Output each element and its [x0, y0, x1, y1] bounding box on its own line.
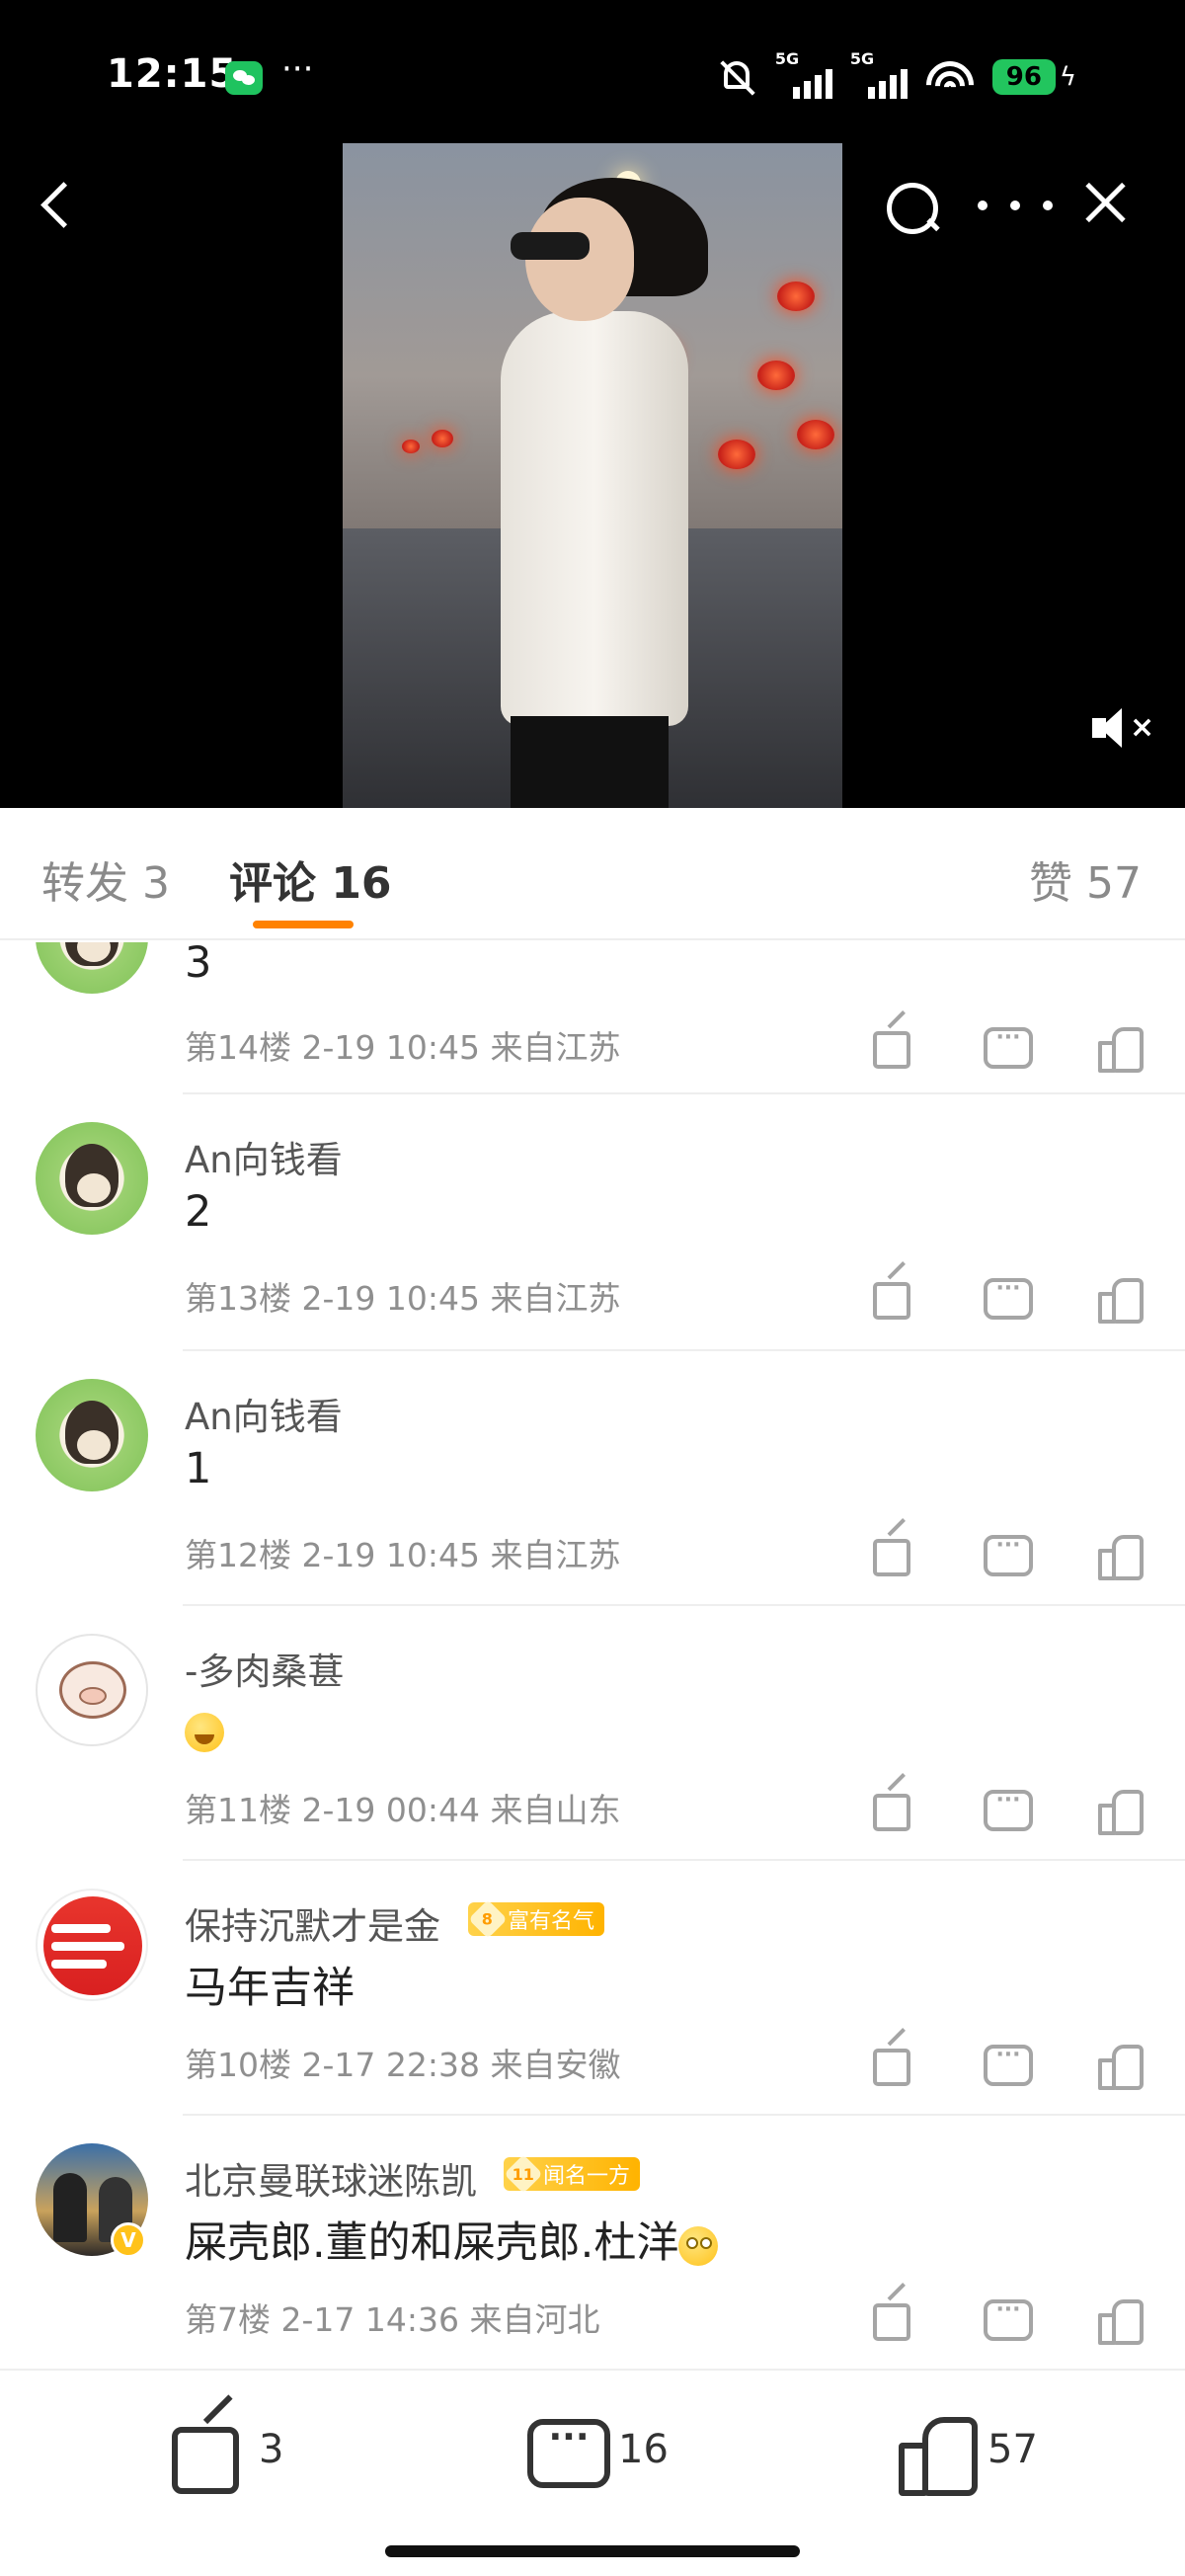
comment-username[interactable]: An向钱看 — [185, 1130, 343, 1183]
comment-button[interactable]: 16 — [525, 2410, 669, 2489]
tab-comments[interactable]: 评论 16 — [229, 847, 392, 911]
avatar[interactable] — [36, 1889, 148, 2001]
network-type-label: 5G — [849, 49, 875, 68]
active-tab-indicator — [253, 921, 354, 928]
like-icon[interactable] — [1094, 2294, 1144, 2345]
battery-icon: 96 ϟ — [991, 59, 1076, 95]
signal-icon: 5G — [775, 49, 832, 99]
comment-meta: 第13楼 2-19 10:45 来自江苏 — [185, 1279, 621, 1318]
avatar[interactable] — [36, 1634, 148, 1746]
comment-meta: 第12楼 2-19 10:45 来自江苏 — [185, 1536, 621, 1574]
battery-level: 96 — [991, 59, 1056, 95]
divider — [183, 2114, 1185, 2116]
avatar[interactable] — [36, 942, 148, 994]
reply-icon[interactable] — [982, 1529, 1033, 1576]
network-type-label: 5G — [774, 49, 800, 68]
comment-meta: 第10楼 2-17 22:38 来自安徽 — [185, 2046, 621, 2084]
comment-text — [185, 1705, 224, 1754]
close-icon[interactable] — [1078, 175, 1134, 230]
share-icon[interactable] — [867, 2039, 914, 2086]
reply-icon[interactable] — [982, 2294, 1033, 2341]
comment-text: 2 — [185, 1187, 212, 1237]
tab-bar: 转发 3 评论 16 赞 57 — [0, 808, 1185, 940]
comment-count: 16 — [618, 2427, 669, 2472]
share-icon — [166, 2411, 243, 2494]
share-icon[interactable] — [867, 2294, 914, 2341]
user-rank-badge: 8 富有名气 — [468, 1899, 605, 1939]
share-icon[interactable] — [867, 1784, 914, 1831]
comment-meta: 第7楼 2-17 14:36 来自河北 — [185, 2300, 600, 2339]
tab-likes[interactable]: 赞 57 — [1029, 847, 1142, 911]
divider — [183, 1349, 1185, 1351]
tab-reposts[interactable]: 转发 3 — [41, 847, 170, 911]
like-icon[interactable] — [1094, 1529, 1144, 1580]
mute-icon — [718, 57, 757, 97]
muted-volume-icon[interactable]: × — [1086, 706, 1155, 756]
comment-meta: 第14楼 2-19 10:45 来自江苏 — [185, 1028, 621, 1067]
like-icon[interactable] — [1094, 1784, 1144, 1835]
like-icon — [895, 2411, 978, 2496]
comment-text: 屎壳郎.董的和屎壳郎.杜洋 — [185, 2209, 719, 2270]
comment-username[interactable]: 保持沉默才是金 — [185, 1896, 440, 1950]
status-indicators: 5G 5G 96 ϟ — [718, 49, 1076, 99]
reply-icon[interactable] — [982, 2039, 1033, 2086]
badge-label: 富有名气 — [508, 1909, 595, 1934]
video-thumbnail[interactable] — [343, 143, 842, 808]
avatar[interactable] — [36, 1379, 148, 1491]
comment-text: 3 — [185, 942, 212, 988]
video-player[interactable]: × — [0, 143, 1185, 808]
avatar[interactable] — [36, 1122, 148, 1235]
comment-icon — [525, 2411, 610, 2488]
share-icon[interactable] — [867, 1272, 914, 1320]
user-rank-badge: 11 闻名一方 — [504, 2154, 641, 2194]
like-button[interactable]: 57 — [895, 2410, 1038, 2496]
charging-icon: ϟ — [1059, 62, 1076, 92]
more-notifications-icon: ··· — [281, 49, 314, 89]
repost-count: 3 — [259, 2427, 284, 2472]
badge-level: 11 — [512, 2164, 535, 2184]
like-icon[interactable] — [1094, 1021, 1144, 1073]
verified-badge-icon: V — [111, 2222, 146, 2258]
rolling-eyes-emoji-icon — [678, 2225, 719, 2266]
share-icon[interactable] — [867, 1529, 914, 1576]
wifi-icon — [924, 57, 975, 97]
more-options-icon[interactable] — [978, 181, 1053, 230]
status-time: 12:15 — [107, 51, 238, 97]
like-count: 57 — [988, 2427, 1038, 2472]
back-icon[interactable] — [30, 175, 85, 234]
badge-level: 8 — [482, 1909, 494, 1929]
divider — [183, 1859, 1185, 1861]
crying-emoji-icon — [185, 1712, 224, 1752]
reply-icon[interactable] — [982, 1021, 1033, 1069]
comment-list[interactable]: 3 第14楼 2-19 10:45 来自江苏 An向钱看 2 第13楼 2-19… — [0, 942, 1185, 2365]
like-icon[interactable] — [1094, 2039, 1144, 2090]
wechat-icon — [225, 61, 263, 95]
comment-username[interactable]: An向钱看 — [185, 1387, 343, 1440]
home-indicator[interactable] — [385, 2545, 800, 2557]
comment-text: 马年吉祥 — [185, 1964, 355, 2013]
comment-text: 1 — [185, 1444, 212, 1493]
comment-username[interactable]: 北京曼联球迷陈凯 — [185, 2151, 477, 2205]
reply-icon[interactable] — [982, 1784, 1033, 1831]
badge-label: 闻名一方 — [543, 2164, 631, 2189]
status-bar: 12:15 ··· 5G 5G 96 ϟ — [0, 0, 1185, 143]
signal-icon: 5G — [850, 49, 908, 99]
comment-username[interactable]: -多肉桑葚 — [185, 1642, 344, 1695]
repost-button[interactable]: 3 — [166, 2410, 284, 2494]
divider — [183, 1092, 1185, 1094]
reply-icon[interactable] — [982, 1272, 1033, 1320]
visual-search-icon[interactable] — [879, 175, 944, 240]
share-icon[interactable] — [867, 1021, 914, 1069]
comment-meta: 第11楼 2-19 00:44 来自山东 — [185, 1791, 621, 1829]
like-icon[interactable] — [1094, 1272, 1144, 1324]
comment-text-content: 屎壳郎.董的和屎壳郎.杜洋 — [185, 2218, 679, 2268]
divider — [183, 1604, 1185, 1606]
